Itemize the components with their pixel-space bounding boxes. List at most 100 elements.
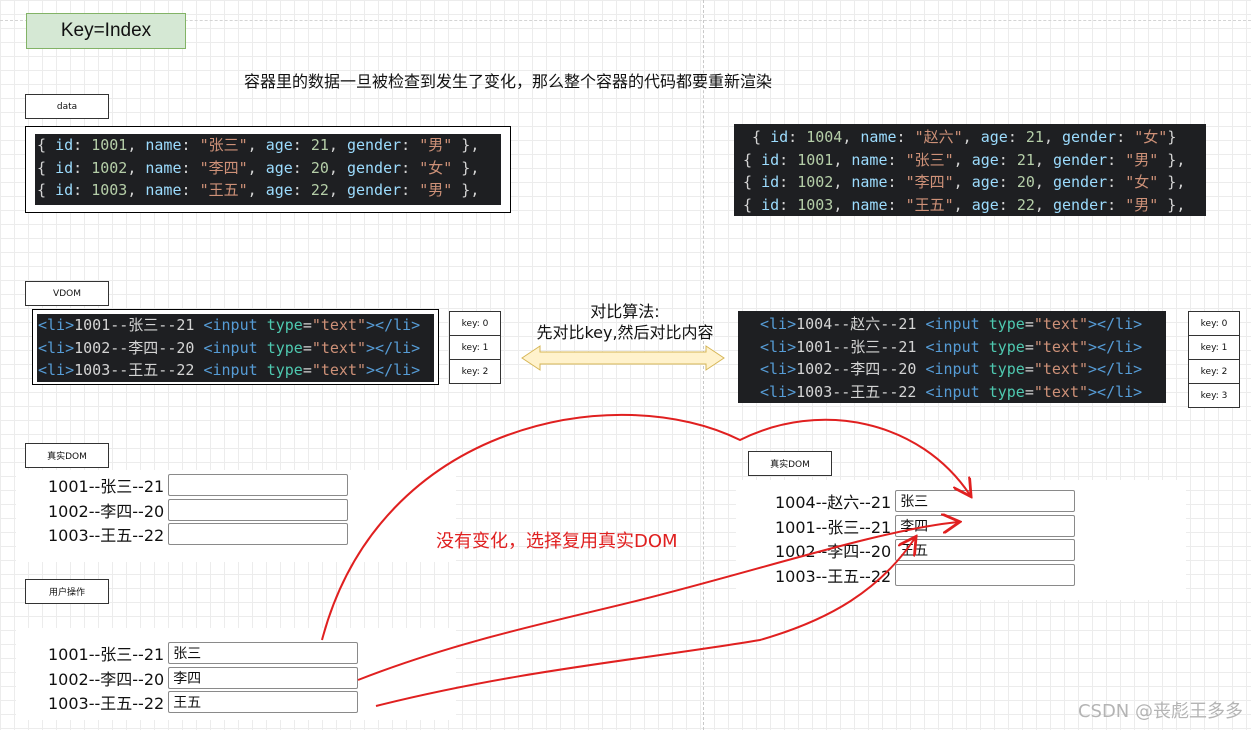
- code-line: { id: 1003, name: "王五", age: 22, gender:…: [743, 195, 1186, 214]
- compare-line-1: 对比算法:: [590, 302, 660, 321]
- key-cell: key: 3: [1188, 383, 1240, 408]
- list-item: 1001--张三--21 张三: [48, 641, 456, 666]
- text-input[interactable]: 王五: [895, 539, 1076, 562]
- vdom-text: 1002--李四--20: [74, 338, 195, 357]
- vdom-before-code: <li>1001--张三--21 <input type="text"></li…: [37, 314, 434, 382]
- key-cell: key: 1: [449, 335, 501, 360]
- data-before-frame: { id: 1001, name: "张三", age: 21, gender:…: [25, 126, 511, 213]
- code-value-gender: "男": [1125, 150, 1159, 169]
- item-text: 1003--王五--22: [775, 566, 892, 586]
- text-input[interactable]: 张三: [895, 490, 1076, 513]
- code-value-id: 1002: [797, 173, 834, 191]
- compare-double-arrow: [521, 345, 725, 371]
- real-dom-before-list: 1001--张三--21 1002--李四--20 1003--王五--22: [16, 473, 456, 547]
- item-text: 1002--李四--20: [48, 669, 165, 689]
- data-before-code: { id: 1001, name: "张三", age: 21, gender:…: [35, 134, 501, 205]
- vdom-line: <li>1003--王五--22 <input type="text"></li…: [38, 361, 421, 379]
- list-item: 1001--张三--21 李四: [775, 514, 1186, 539]
- code-value-id: 1004: [806, 128, 843, 146]
- vdom-text: 1004--赵六--21: [796, 315, 917, 333]
- vdom-text: 1003--王五--22: [796, 382, 917, 401]
- code-line: { id: 1001, name: "张三", age: 21, gender:…: [37, 136, 480, 154]
- code-value-name: "张三": [905, 150, 954, 169]
- item-text: 1003--王五--22: [48, 694, 165, 714]
- item-text: 1002--李四--20: [48, 501, 165, 521]
- title-box: Key=Index: [26, 13, 186, 49]
- vdom-line: <li>1001--张三--21 <input type="text"></li…: [38, 316, 421, 334]
- code-value-gender: "女": [1125, 173, 1159, 191]
- list-item: 1002--李四--20 王五: [775, 538, 1186, 563]
- code-value-age: 20: [1016, 173, 1035, 191]
- item-text: 1002--李四--20: [775, 542, 892, 562]
- item-text: 1001--张三--21: [48, 645, 165, 665]
- list-item: 1003--王五--22: [775, 563, 1186, 588]
- list-item: 1004--赵六--21 张三: [775, 489, 1186, 514]
- code-value-name: "李四": [905, 173, 954, 191]
- text-input[interactable]: [168, 523, 349, 546]
- text-input[interactable]: 王五: [168, 691, 359, 714]
- text-input[interactable]: [168, 474, 349, 497]
- code-value-gender: "男": [1125, 195, 1159, 214]
- data-after-code: { id: 1004, name: "赵六", age: 21, gender:…: [734, 124, 1206, 216]
- item-text: 1001--张三--21: [48, 477, 165, 497]
- code-value-id: 1003: [797, 195, 834, 214]
- code-value-name: "李四": [199, 158, 248, 177]
- list-item: 1003--王五--22 王五: [48, 690, 456, 715]
- code-value-age: 21: [1025, 128, 1044, 146]
- code-value-gender: "女": [419, 158, 453, 177]
- label-real-dom-left: 真实DOM: [25, 443, 109, 468]
- watermark: CSDN @丧彪王多多: [1077, 701, 1243, 722]
- list-item: 1001--张三--21: [48, 473, 456, 498]
- code-value-name: "赵六": [914, 128, 963, 146]
- keys-before: key: 0 key: 1 key: 2: [449, 311, 501, 384]
- label-user-op: 用户操作: [25, 579, 109, 604]
- code-value-name: "张三": [199, 136, 248, 154]
- vdom-text: 1002--李四--20: [796, 360, 917, 378]
- text-input[interactable]: 李四: [895, 514, 1076, 537]
- key-cell: key: 2: [449, 359, 501, 384]
- code-value-age: 22: [310, 181, 329, 199]
- code-value-id: 1002: [91, 158, 128, 177]
- list-item: 1003--王五--22: [48, 522, 456, 547]
- code-value-age: 21: [1016, 150, 1035, 169]
- text-input[interactable]: 张三: [168, 642, 359, 665]
- user-op-list: 1001--张三--21 张三 1002--李四--20 李四 1003--王五--22…: [16, 641, 456, 715]
- guide-line-horizontal: [0, 20, 1251, 21]
- code-value-gender: "男": [419, 136, 453, 154]
- code-value-id: 1001: [91, 136, 128, 154]
- real-dom-after-list: 1004--赵六--21 张三 1001--张三--21 李四 1002--李四--20…: [736, 489, 1186, 587]
- item-text: 1001--张三--21: [775, 517, 892, 537]
- compare-label: 对比算法: 先对比key,然后对比内容: [520, 301, 730, 343]
- code-line: { id: 1002, name: "李四", age: 20, gender:…: [743, 173, 1186, 191]
- vdom-after-code: <li>1004--赵六--21 <input type="text"></li…: [738, 311, 1166, 403]
- heading-text: 容器里的数据一旦被检查到发生了变化，那么整个容器的代码都要重新渲染: [244, 72, 773, 91]
- code-value-gender: "男": [419, 181, 453, 199]
- list-item: 1002--李四--20 李四: [48, 666, 456, 691]
- vdom-line: <li>1001--张三--21 <input type="text"></li…: [760, 337, 1143, 356]
- code-value-age: 21: [310, 136, 329, 154]
- code-line: { id: 1002, name: "李四", age: 20, gender:…: [37, 158, 480, 177]
- real-dom-before-panel: 1001--张三--21 1002--李四--20 1003--王五--22: [16, 470, 456, 562]
- code-value-id: 1001: [797, 150, 834, 169]
- code-line: { id: 1001, name: "张三", age: 21, gender:…: [743, 150, 1186, 169]
- key-cell: key: 2: [1188, 359, 1240, 384]
- guide-line-vertical: [703, 0, 704, 730]
- code-line: { id: 1004, name: "赵六", age: 21, gender:…: [743, 128, 1177, 146]
- vdom-text: 1003--王五--22: [74, 361, 195, 379]
- compare-line-2: 先对比key,然后对比内容: [536, 323, 714, 342]
- real-dom-after-panel: 1004--赵六--21 张三 1001--张三--21 李四 1002--李四--20…: [736, 480, 1186, 600]
- code-value-gender: "女": [1134, 128, 1168, 146]
- vdom-line: <li>1004--赵六--21 <input type="text"></li…: [760, 315, 1143, 333]
- vdom-before-frame: <li>1001--张三--21 <input type="text"></li…: [32, 309, 439, 385]
- label-real-dom-right: 真实DOM: [748, 451, 832, 476]
- item-text: 1003--王五--22: [48, 526, 165, 546]
- code-value-name: "王五": [905, 195, 954, 214]
- key-cell: key: 0: [449, 311, 501, 336]
- vdom-line: <li>1003--王五--22 <input type="text"></li…: [760, 382, 1143, 401]
- text-input[interactable]: [895, 563, 1076, 586]
- code-value-age: 20: [310, 158, 329, 177]
- vdom-text: 1001--张三--21: [796, 337, 917, 356]
- text-input[interactable]: 李四: [168, 666, 359, 689]
- vdom-line: <li>1002--李四--20 <input type="text"></li…: [38, 338, 421, 357]
- text-input[interactable]: [168, 498, 349, 521]
